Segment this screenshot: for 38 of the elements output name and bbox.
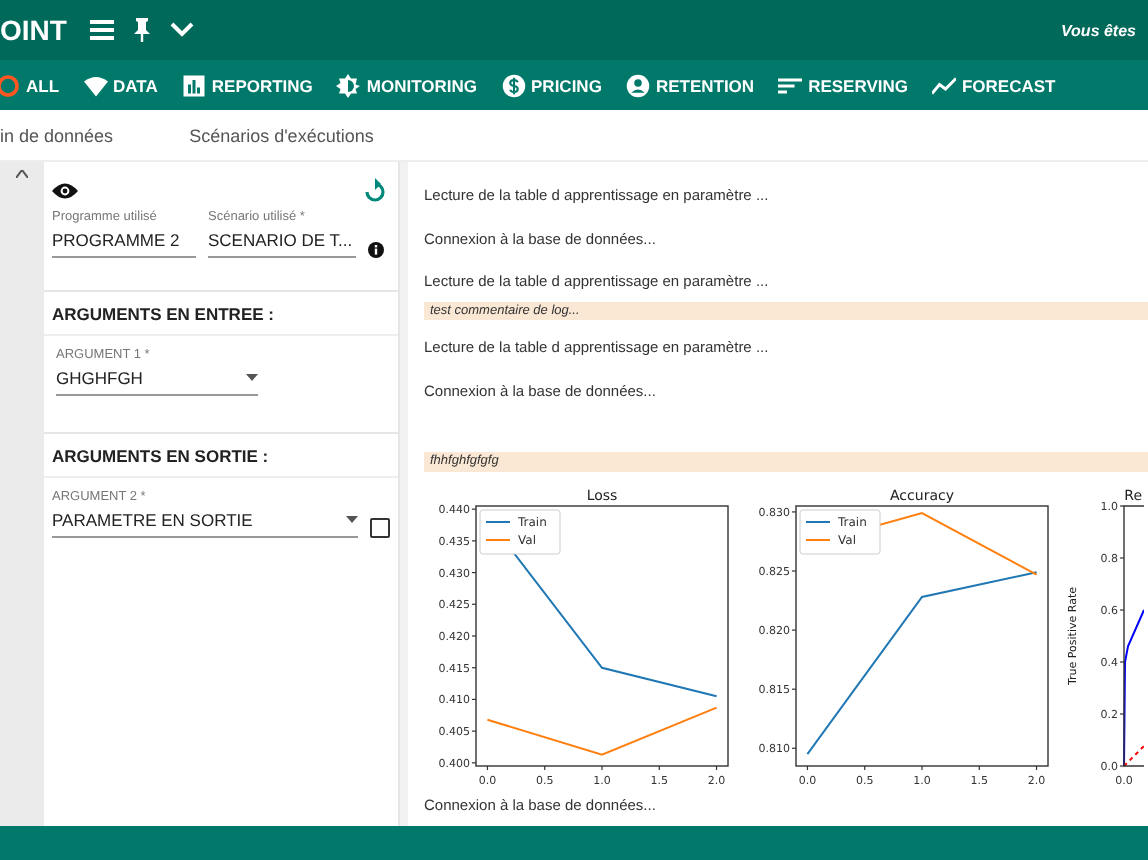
chart-legend <box>799 508 881 554</box>
nav-tab[interactable]: ALL <box>0 60 72 110</box>
person-icon <box>625 73 650 97</box>
wifi-icon <box>83 73 108 97</box>
field-value: SCENARIO DE T... <box>208 230 353 250</box>
nav-tab[interactable]: RESERVING <box>766 60 920 110</box>
menu-icon[interactable] <box>90 20 115 40</box>
field-value: GHGHFGH <box>56 368 143 388</box>
trend-icon <box>931 73 956 97</box>
dollar-icon <box>501 73 526 97</box>
pin-icon[interactable] <box>134 18 151 42</box>
chart-legend <box>479 508 561 554</box>
caret-icon <box>346 516 358 524</box>
app-title: OINT <box>0 14 67 46</box>
checkbox[interactable] <box>370 518 390 538</box>
field-value: PROGRAMME 2 <box>52 230 180 250</box>
section-title: ARGUMENTS EN ENTREE : <box>44 292 398 336</box>
tab[interactable]: in de données <box>0 110 122 160</box>
nav-tab[interactable]: PRICING <box>489 60 614 110</box>
nav-tab[interactable]: REPORTING <box>169 60 325 110</box>
nav-tab[interactable]: FORECAST <box>919 60 1068 110</box>
sort-lines-icon <box>778 73 803 97</box>
caret-up-icon[interactable] <box>16 170 28 178</box>
brightness-icon <box>336 73 361 97</box>
caret-icon <box>246 374 258 382</box>
info-icon[interactable] <box>368 242 384 258</box>
bar-chart-icon <box>181 73 206 97</box>
refresh-icon[interactable] <box>364 178 386 202</box>
tab[interactable]: Scénarios d'exécutions <box>181 110 382 160</box>
nav-tab[interactable]: DATA <box>71 60 170 110</box>
nav-tab[interactable]: MONITORING <box>324 60 490 110</box>
section-title: ARGUMENTS EN SORTIE : <box>44 434 398 478</box>
chevron-down-icon[interactable] <box>170 22 195 38</box>
eye-icon[interactable] <box>52 181 78 199</box>
user-text: Vous êtes <box>1061 21 1136 39</box>
field-value: PARAMETRE EN SORTIE <box>52 510 253 530</box>
ring-icon <box>0 73 20 97</box>
nav-tab[interactable]: RETENTION <box>613 60 767 110</box>
